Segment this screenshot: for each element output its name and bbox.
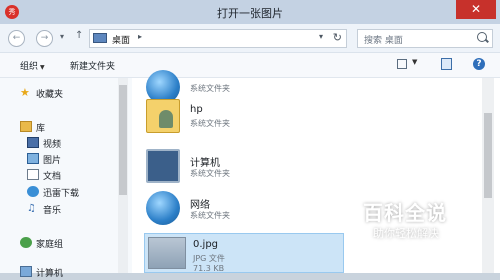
documents-icon	[27, 169, 39, 180]
file-type: JPG 文件	[193, 254, 225, 263]
sidebar-item-label: 图片	[43, 156, 62, 166]
sidebar-scrollbar[interactable]	[118, 78, 128, 273]
file-name: hp	[190, 104, 203, 115]
organize-label: 组织	[20, 62, 39, 72]
refresh-icon[interactable]: ↻	[333, 31, 342, 44]
sidebar-item-label: 收藏夹	[36, 90, 64, 100]
video-icon	[27, 137, 39, 148]
network-icon	[146, 191, 180, 225]
pictures-icon	[27, 153, 39, 164]
image-thumbnail-icon	[148, 237, 186, 269]
organize-button[interactable]: 组织 ▼	[20, 59, 45, 72]
sidebar-scroll-thumb[interactable]	[119, 85, 127, 195]
title-bar: 秀 打开一张图片 ✕	[0, 0, 500, 24]
sidebar-item-label: 文档	[43, 172, 62, 182]
address-text: 桌面	[112, 36, 131, 46]
list-item[interactable]: 网络 系统文件夹	[142, 191, 332, 231]
preview-pane-icon[interactable]	[441, 58, 452, 70]
file-type: 系统文件夹	[190, 211, 230, 220]
sidebar-item-label: 视频	[43, 140, 62, 150]
file-name: 0.jpg	[193, 239, 219, 250]
navigation-pane: ★ 收藏夹 库 视频 图片 文档 迅雷下载 ♫ 音乐 家庭组 计算机	[0, 78, 133, 279]
open-file-dialog: 秀 打开一张图片 ✕ ← → ▾ ↑ 桌面 ▸ ▾ ↻ 搜索 桌面 组织 ▼ 新建…	[0, 0, 500, 279]
list-item[interactable]: 计算机 系统文件夹	[142, 149, 332, 189]
list-item[interactable]: hp 系统文件夹	[142, 99, 332, 139]
sidebar-item-label: 家庭组	[36, 240, 64, 250]
recent-locations-chevron-icon[interactable]: ▾	[60, 32, 64, 41]
file-name: 计算机	[190, 158, 220, 169]
chevron-right-icon[interactable]: ▸	[138, 32, 142, 41]
desktop-icon	[93, 33, 107, 43]
new-folder-button[interactable]: 新建文件夹	[70, 59, 115, 72]
computer-icon	[146, 149, 180, 183]
watermark: 百科全说 助你轻松解决	[343, 195, 493, 245]
address-bar[interactable]: 桌面 ▸ ▾ ↻	[89, 29, 347, 48]
navigation-bar: ← → ▾ ↑ 桌面 ▸ ▾ ↻ 搜索 桌面	[0, 24, 500, 53]
up-button[interactable]: ↑	[75, 30, 83, 41]
help-icon[interactable]: ?	[473, 58, 485, 70]
star-icon: ★	[20, 86, 30, 99]
music-icon: ♫	[27, 203, 36, 214]
library-icon	[20, 121, 32, 132]
window-title: 打开一张图片	[217, 7, 283, 20]
watermark-subtitle: 助你轻松解决	[373, 227, 439, 240]
computer-icon	[20, 266, 32, 277]
forward-button[interactable]: →	[36, 30, 53, 47]
back-button[interactable]: ←	[8, 30, 25, 47]
file-type: 系统文件夹	[190, 169, 230, 178]
file-type: 系统文件夹	[190, 84, 230, 93]
address-dropdown-icon[interactable]: ▾	[319, 32, 323, 41]
user-folder-icon	[146, 99, 180, 133]
homegroup-icon	[20, 237, 32, 248]
sidebar-item-label: 迅雷下载	[43, 189, 80, 199]
sidebar-item-label: 库	[36, 124, 46, 134]
search-icon	[477, 32, 487, 42]
file-type: 系统文件夹	[190, 119, 230, 128]
view-options-icon[interactable]	[397, 59, 407, 69]
list-item-selected[interactable]: 0.jpg JPG 文件 71.3 KB	[144, 233, 344, 273]
file-list-scroll-thumb[interactable]	[484, 113, 492, 198]
search-placeholder: 搜索 桌面	[364, 36, 403, 46]
caret-down-icon: ▼	[40, 64, 45, 71]
watermark-title: 百科全说	[363, 201, 447, 225]
sidebar-item-label: 音乐	[43, 206, 62, 216]
file-size: 71.3 KB	[193, 264, 225, 273]
search-input[interactable]: 搜索 桌面	[357, 29, 493, 48]
view-caret-icon[interactable]: ▼	[412, 58, 417, 66]
download-icon	[27, 186, 39, 197]
file-name: 网络	[190, 200, 210, 211]
close-button[interactable]: ✕	[456, 0, 496, 19]
